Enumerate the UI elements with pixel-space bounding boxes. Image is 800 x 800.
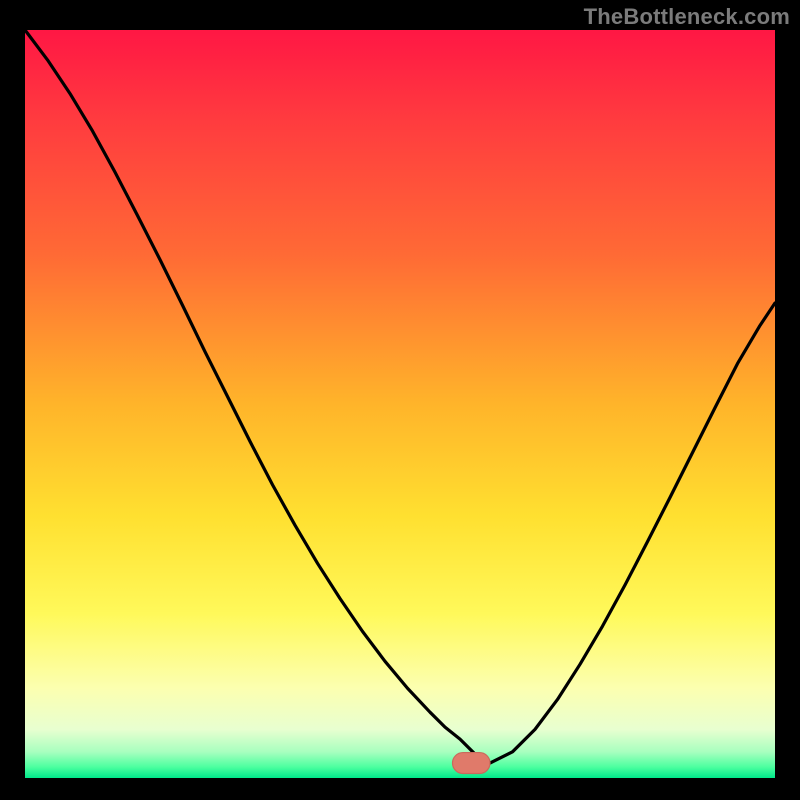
bottleneck-chart	[0, 0, 800, 800]
plot-background	[25, 30, 775, 778]
chart-container: TheBottleneck.com	[0, 0, 800, 800]
optimal-marker	[453, 753, 491, 774]
